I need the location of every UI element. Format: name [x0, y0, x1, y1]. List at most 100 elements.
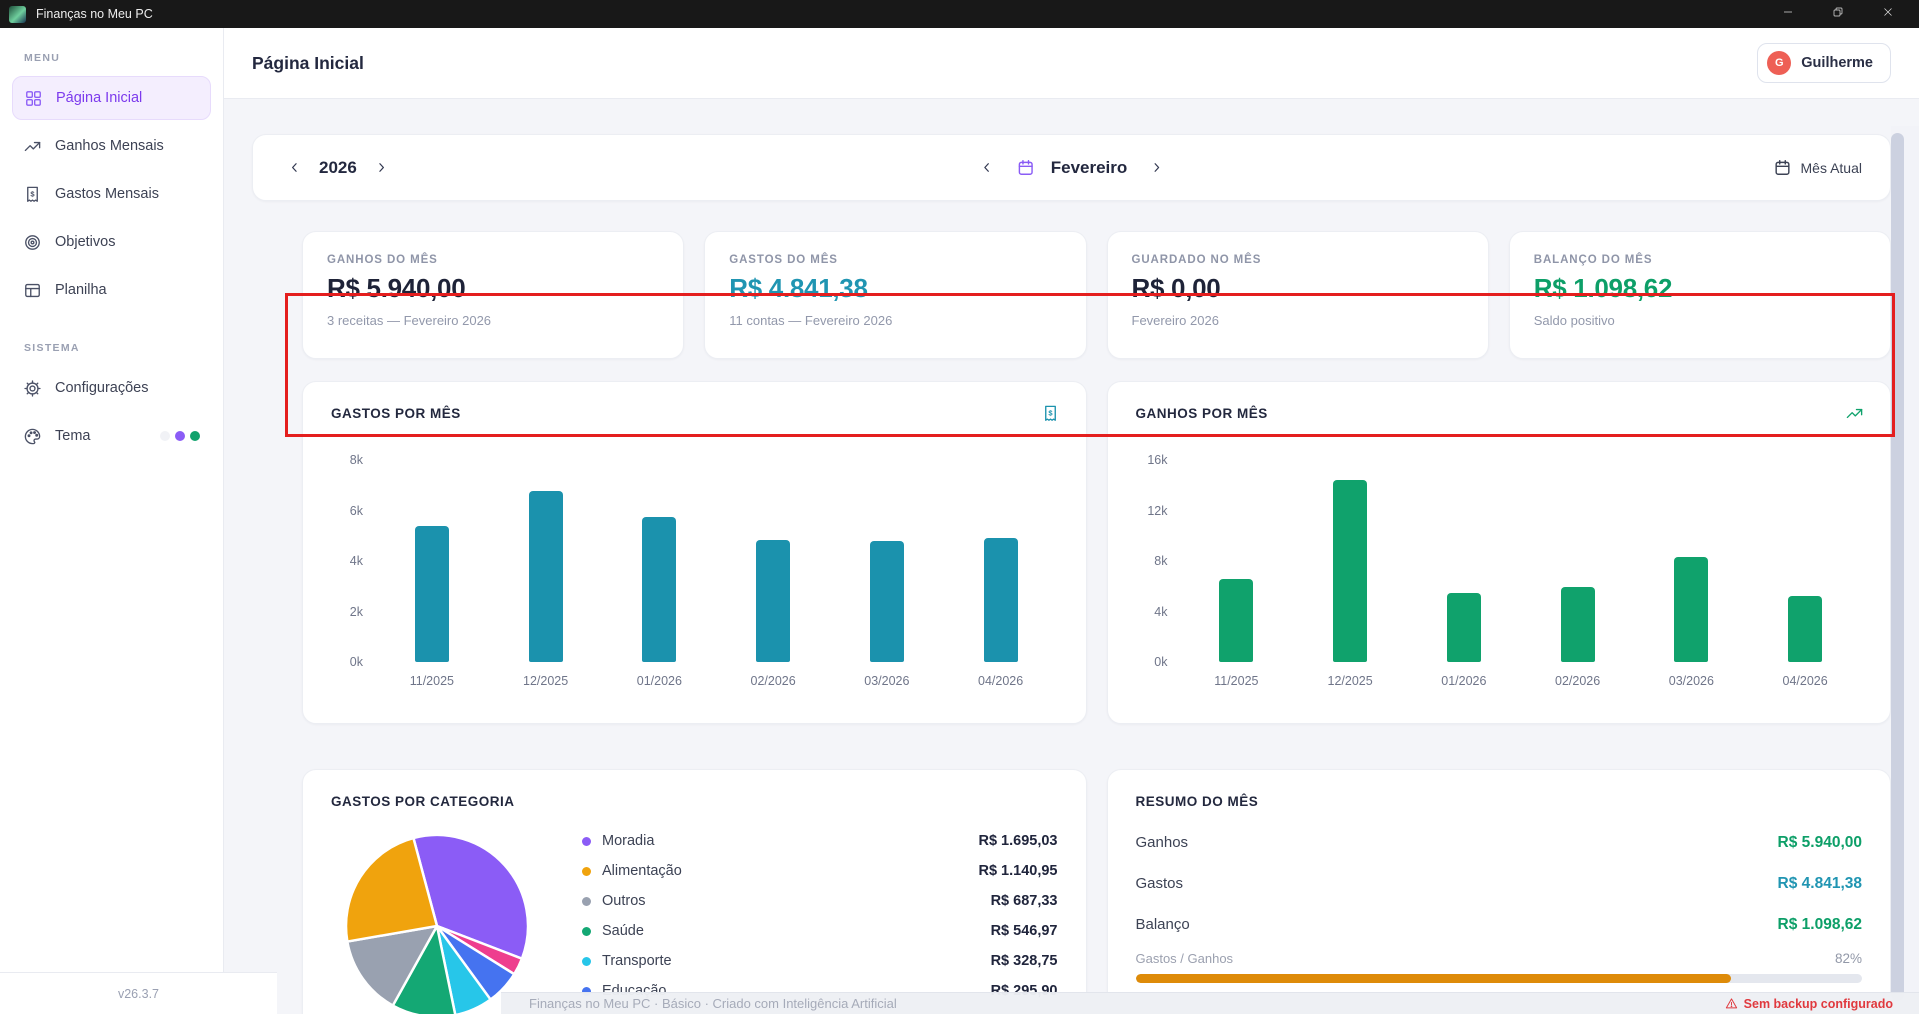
- backup-warning[interactable]: Sem backup configurado: [1725, 997, 1893, 1011]
- table-icon: [23, 281, 42, 300]
- stat-card-balanco: BALANÇO DO MÊS R$ 1.098,62 Saldo positiv…: [1509, 231, 1891, 359]
- previous-month-button[interactable]: [974, 155, 1000, 181]
- sidebar-section-menu: MENU: [12, 52, 211, 64]
- bar[interactable]: [1219, 579, 1253, 662]
- stat-card-guardado: GUARDADO NO MÊS R$ 0,00 Fevereiro 2026: [1107, 231, 1489, 359]
- bar-slot: 11/2025: [1180, 457, 1294, 688]
- stat-value: R$ 4.841,38: [729, 273, 1061, 304]
- bar[interactable]: [642, 517, 676, 662]
- calendar-icon: [1016, 158, 1035, 177]
- date-navigation-bar: 2026 Fevereiro Mês Atual: [252, 134, 1891, 201]
- previous-year-button[interactable]: [281, 155, 307, 181]
- close-icon: [1882, 5, 1894, 23]
- ratio-progress-bar: [1136, 974, 1863, 983]
- current-month-button[interactable]: Mês Atual: [1773, 158, 1862, 177]
- stat-subtext: Saldo positivo: [1534, 313, 1866, 328]
- next-month-button[interactable]: [1143, 155, 1169, 181]
- bar-chart-ganhos: 0k4k8k12k16k 11/202512/202501/202602/202…: [1136, 457, 1863, 688]
- resumo-row-ganhos: Ganhos R$ 5.940,00: [1136, 822, 1863, 863]
- stat-label: GUARDADO NO MÊS: [1132, 254, 1464, 266]
- legend-label: Moradia: [602, 833, 654, 849]
- bar[interactable]: [984, 538, 1018, 662]
- legend-value: R$ 328,75: [991, 953, 1058, 969]
- card-title: RESUMO DO MÊS: [1136, 794, 1863, 809]
- y-tick-label: 6k: [350, 504, 363, 518]
- user-menu-button[interactable]: G Guilherme: [1757, 43, 1891, 83]
- y-axis: 0k2k4k6k8k: [331, 457, 375, 688]
- ganhos-por-mes-chart-card: GANHOS POR MÊS 0k4k8k12k16k 11/202512/20…: [1107, 381, 1892, 724]
- y-axis: 0k4k8k12k16k: [1136, 457, 1180, 688]
- page-header: Página Inicial G Guilherme: [224, 28, 1919, 99]
- sidebar-item-gastos-mensais[interactable]: $ Gastos Mensais: [12, 172, 211, 216]
- legend-row: SaúdeR$ 546,97: [582, 916, 1058, 946]
- bar[interactable]: [1447, 593, 1481, 662]
- sidebar-item-label: Objetivos: [55, 234, 115, 250]
- theme-dot-green[interactable]: [190, 431, 200, 441]
- x-tick-label: 12/2025: [523, 662, 568, 688]
- x-tick-label: 01/2026: [637, 662, 682, 688]
- minimize-button[interactable]: [1763, 0, 1813, 28]
- ratio-percent: 82%: [1835, 951, 1862, 966]
- bar[interactable]: [870, 541, 904, 662]
- theme-dot-light[interactable]: [160, 431, 170, 441]
- sidebar-section-sistema: SISTEMA: [12, 342, 211, 354]
- sidebar-item-label: Página Inicial: [56, 90, 142, 106]
- bar-series: 11/202512/202501/202602/202603/202604/20…: [1180, 457, 1863, 688]
- bar[interactable]: [1333, 480, 1367, 662]
- stat-subtext: 3 receitas — Fevereiro 2026: [327, 313, 659, 328]
- theme-color-dots: [160, 431, 200, 441]
- x-tick-label: 11/2025: [410, 662, 454, 688]
- next-year-button[interactable]: [369, 155, 395, 181]
- resumo-row-balanco: Balanço R$ 1.098,62: [1136, 904, 1863, 945]
- y-tick-label: 8k: [350, 453, 363, 467]
- theme-dot-purple[interactable]: [175, 431, 185, 441]
- sidebar-item-configuracoes[interactable]: Configurações: [12, 366, 211, 410]
- palette-icon: [23, 427, 42, 446]
- legend-label: Alimentação: [602, 863, 682, 879]
- sidebar-item-label: Configurações: [55, 380, 149, 396]
- legend-row: AlimentaçãoR$ 1.140,95: [582, 856, 1058, 886]
- chart-title: GASTOS POR MÊS: [331, 406, 1058, 421]
- sidebar-item-label: Planilha: [55, 282, 107, 298]
- legend-value: R$ 546,97: [991, 923, 1058, 939]
- close-button[interactable]: [1863, 0, 1913, 28]
- bar-slot: 12/2025: [489, 457, 603, 688]
- scrollbar-thumb[interactable]: [1891, 133, 1904, 1001]
- scrollbar-track[interactable]: [1891, 126, 1919, 993]
- bar-slot: 02/2026: [1521, 457, 1635, 688]
- receipt-icon: $: [1041, 404, 1060, 423]
- bar[interactable]: [529, 491, 563, 662]
- x-tick-label: 11/2025: [1214, 662, 1258, 688]
- bar[interactable]: [756, 540, 790, 662]
- sidebar-item-ganhos-mensais[interactable]: Ganhos Mensais: [12, 124, 211, 168]
- target-icon: [23, 233, 42, 252]
- sidebar-item-pagina-inicial[interactable]: Página Inicial: [12, 76, 211, 120]
- x-tick-label: 04/2026: [1783, 662, 1828, 688]
- main-area: Página Inicial G Guilherme 2026: [224, 28, 1919, 1014]
- sidebar-item-tema[interactable]: Tema: [12, 414, 211, 458]
- gastos-por-mes-chart-card: GASTOS POR MÊS $ 0k2k4k6k8k 11/2025 12/20…: [302, 381, 1087, 724]
- receipt-icon: $: [23, 185, 42, 204]
- svg-text:$: $: [30, 189, 35, 198]
- y-tick-label: 16k: [1147, 453, 1167, 467]
- month-label: Fevereiro: [1051, 158, 1128, 178]
- stat-value: R$ 0,00: [1132, 273, 1464, 304]
- bar[interactable]: [1561, 587, 1595, 662]
- ratio-row: Gastos / Ganhos 82%: [1136, 951, 1863, 966]
- bar[interactable]: [415, 526, 449, 662]
- bar[interactable]: [1788, 596, 1822, 662]
- stat-card-ganhos: GANHOS DO MÊS R$ 5.940,00 3 receitas — F…: [302, 231, 684, 359]
- legend-value: R$ 1.695,03: [978, 833, 1057, 849]
- pie-legend: Moradia R$ 1.695,03 AlimentaçãoR$ 1.140,95…: [582, 826, 1058, 1006]
- trending-up-icon: [23, 137, 42, 156]
- calendar-icon: [1773, 158, 1792, 177]
- legend-dot: [582, 867, 591, 876]
- restore-button[interactable]: [1813, 0, 1863, 28]
- resumo-do-mes-card: RESUMO DO MÊS Ganhos R$ 5.940,00 Gastos …: [1107, 769, 1892, 1014]
- restore-icon: [1832, 5, 1844, 23]
- sidebar-item-objetivos[interactable]: Objetivos: [12, 220, 211, 264]
- sidebar-item-planilha[interactable]: Planilha: [12, 268, 211, 312]
- year-selector: 2026: [281, 155, 395, 181]
- bar[interactable]: [1674, 557, 1708, 662]
- stat-label: GANHOS DO MÊS: [327, 254, 659, 266]
